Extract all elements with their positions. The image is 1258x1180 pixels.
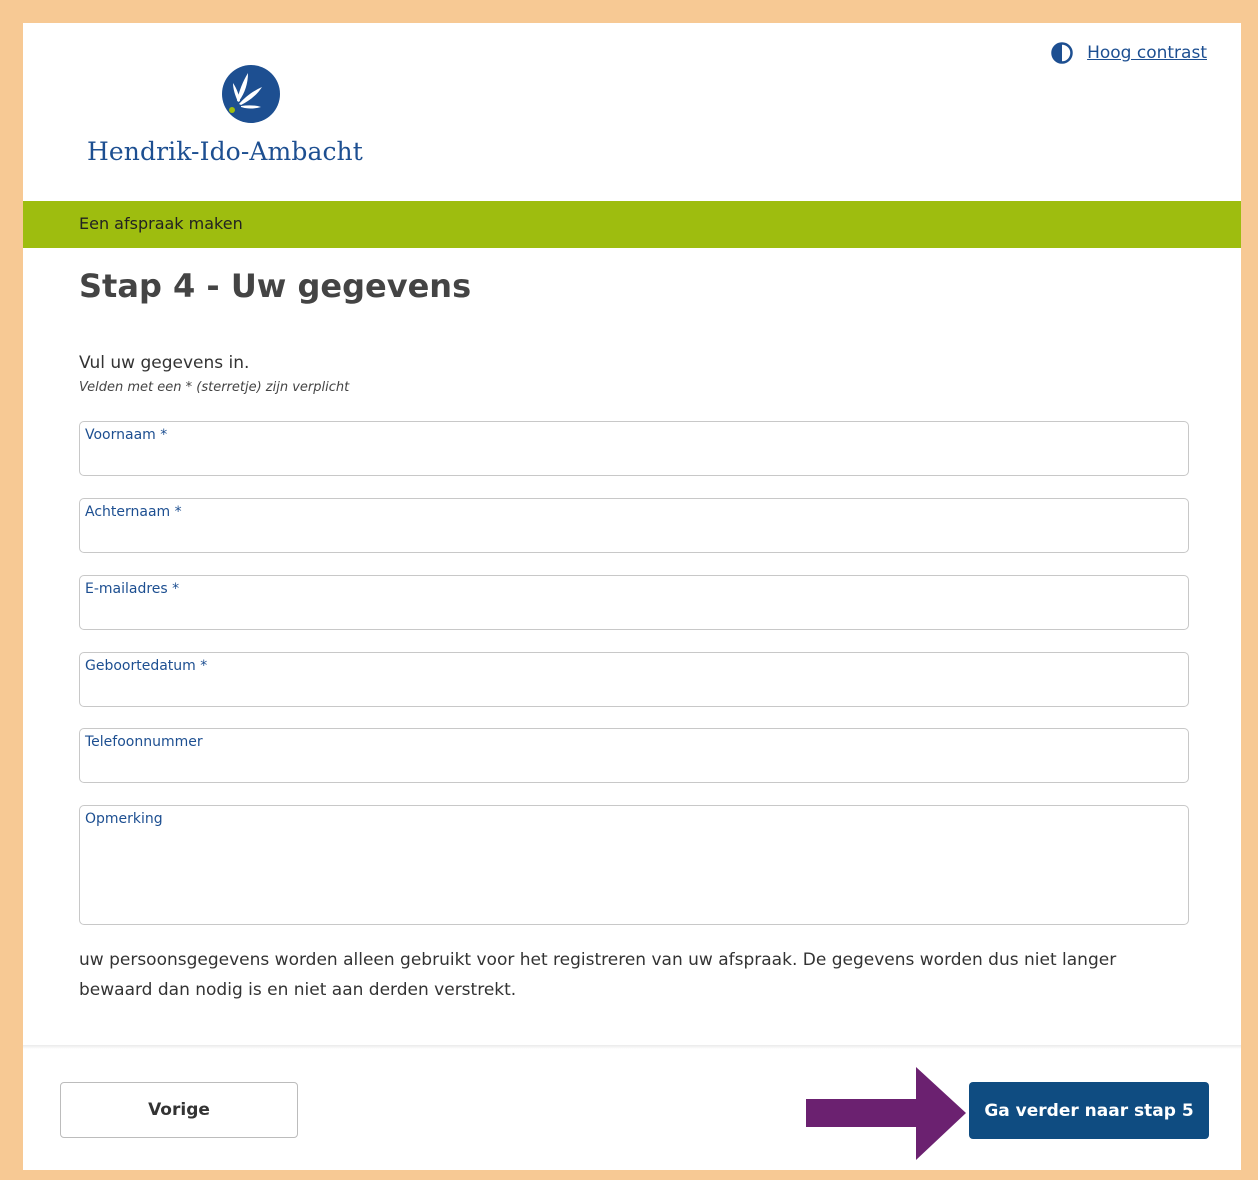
email-input[interactable] xyxy=(85,602,1183,625)
last-name-label: Achternaam * xyxy=(85,504,182,520)
first-name-field[interactable]: Voornaam * xyxy=(79,421,1189,476)
email-label: E-mailadres * xyxy=(85,581,180,597)
arrow-right-icon xyxy=(806,1067,966,1160)
high-contrast-label: Hoog contrast xyxy=(1087,43,1207,63)
previous-button[interactable]: Vorige xyxy=(60,1082,298,1138)
page-frame: Hoog contrast Hendrik-Ido-Ambacht Een af… xyxy=(23,23,1241,1170)
high-contrast-link[interactable]: Hoog contrast xyxy=(1051,42,1207,64)
privacy-notice: uw persoonsgegevens worden alleen gebrui… xyxy=(79,950,1117,1000)
footer-divider xyxy=(23,1045,1241,1049)
banner: Een afspraak maken xyxy=(23,201,1241,248)
phone-input[interactable] xyxy=(85,755,1183,778)
email-field[interactable]: E-mailadres * xyxy=(79,575,1189,630)
banner-title: Een afspraak maken xyxy=(79,214,243,233)
birthdate-input[interactable] xyxy=(85,679,1183,702)
birthdate-label: Geboortedatum * xyxy=(85,658,208,674)
next-step-button[interactable]: Ga verder naar stap 5 xyxy=(969,1082,1209,1139)
phone-label: Telefoonnummer xyxy=(85,734,203,750)
flower-logo-icon xyxy=(222,65,280,123)
contrast-icon xyxy=(1051,42,1073,64)
first-name-input[interactable] xyxy=(85,448,1183,471)
page-title: Stap 4 - Uw gegevens xyxy=(79,267,472,305)
last-name-field[interactable]: Achternaam * xyxy=(79,498,1189,553)
intro-text: Vul uw gegevens in. xyxy=(79,353,250,373)
remark-textarea[interactable] xyxy=(85,832,1183,920)
logo-text: Hendrik-Ido-Ambacht xyxy=(87,137,363,166)
remark-field[interactable]: Opmerking xyxy=(79,805,1189,925)
municipality-logo[interactable]: Hendrik-Ido-Ambacht xyxy=(87,63,367,166)
required-note: Velden met een * (sterretje) zijn verpli… xyxy=(79,380,350,395)
phone-field[interactable]: Telefoonnummer xyxy=(79,728,1189,783)
remark-label: Opmerking xyxy=(85,811,163,827)
birthdate-field[interactable]: Geboortedatum * xyxy=(79,652,1189,707)
last-name-input[interactable] xyxy=(85,525,1183,548)
first-name-label: Voornaam * xyxy=(85,427,168,443)
